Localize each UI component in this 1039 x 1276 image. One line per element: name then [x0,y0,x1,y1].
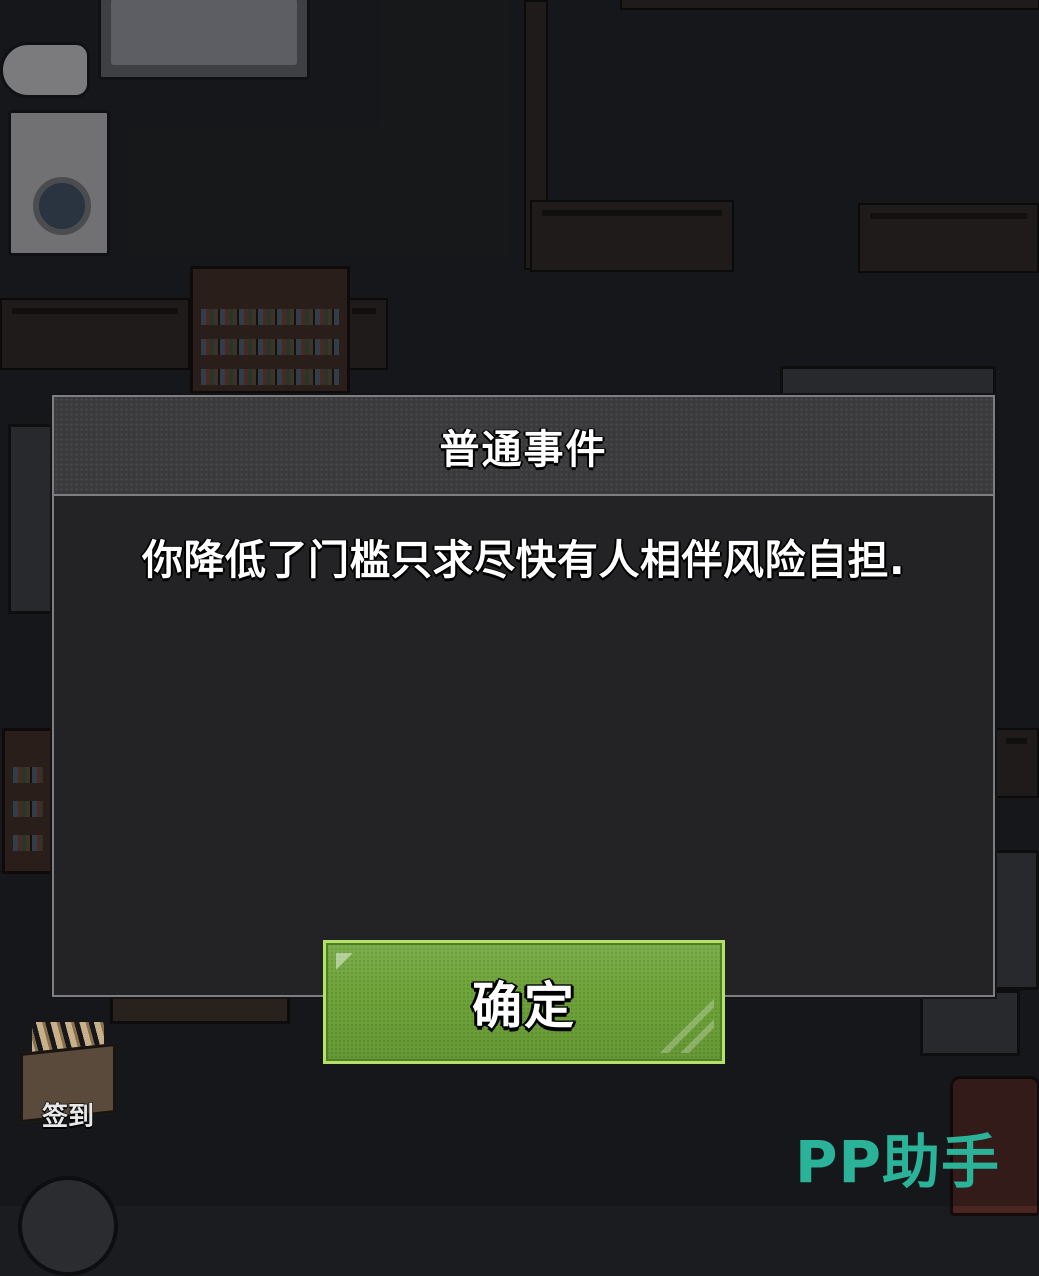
checkin-label: 签到 [41,1101,95,1133]
pp-assistant-watermark: PP助手 [795,1128,1001,1196]
checkin-button[interactable]: 签到 [14,1018,122,1136]
event-dialog: 普通事件 你降低了门槛只求尽快有人相伴风险自担. 确定 [52,395,995,1064]
dialog-body: 你降低了门槛只求尽快有人相伴风险自担. 确定 [54,496,993,1064]
confirm-button-label: 确定 [471,976,576,1037]
event-message: 你降低了门槛只求尽快有人相伴风险自担. [141,535,906,585]
confirm-button[interactable]: 确定 [323,940,725,1064]
button-shine-decoration [654,993,714,1053]
menu-round-button[interactable] [18,1176,118,1276]
dialog-header: 普通事件 [54,397,993,496]
dialog-title: 普通事件 [439,426,608,474]
button-shine-decoration [336,953,370,987]
